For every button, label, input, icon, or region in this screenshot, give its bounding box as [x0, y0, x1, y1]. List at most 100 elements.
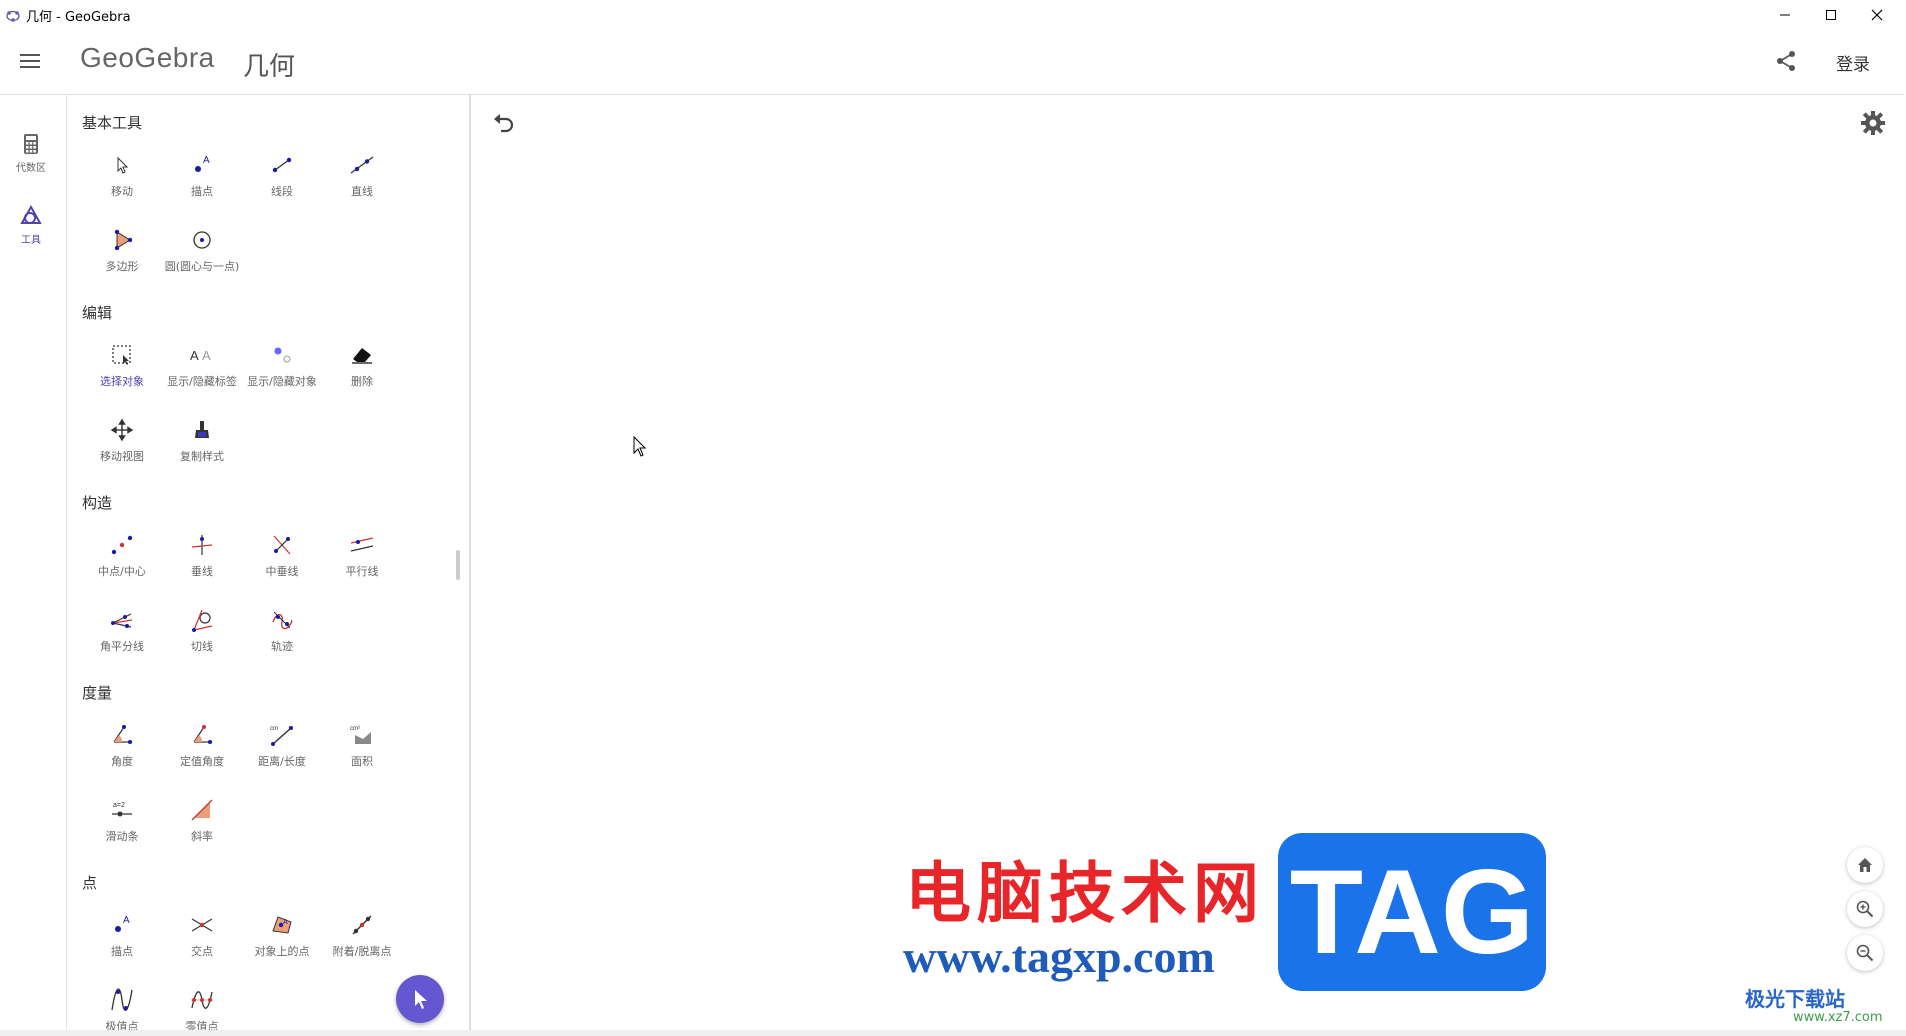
calculator-icon — [24, 134, 38, 154]
standard-view-button[interactable] — [1847, 847, 1883, 883]
window-title: 几何 - GeoGebra — [26, 9, 131, 25]
zoom-in-button[interactable] — [1847, 891, 1883, 927]
distance-icon: cm — [270, 726, 293, 746]
close-icon — [1871, 9, 1883, 21]
brush-icon — [195, 421, 209, 438]
select-objects-icon — [112, 345, 131, 365]
point-on-object-icon: A — [272, 916, 292, 934]
undo-icon[interactable] — [492, 112, 518, 134]
geogebra-logo: GeoGebra — [80, 42, 215, 73]
tool-distance-length[interactable]: cm 距离/长度 — [242, 723, 322, 769]
tools-panel-scrollbar[interactable] — [456, 550, 460, 580]
parallel-line-icon — [350, 537, 374, 552]
window-titlebar: 几何 - GeoGebra — [0, 0, 1906, 30]
tool-move-graphics-view[interactable]: 移动视图 — [82, 418, 162, 464]
mouse-cursor-icon — [633, 435, 649, 458]
tool-attach-detach-point[interactable]: 附着/脱离点 — [322, 913, 402, 959]
circle-icon — [193, 231, 211, 249]
slope-icon — [191, 799, 213, 821]
tool-circle-center-point[interactable]: 圆(圆心与一点) — [162, 228, 242, 274]
pointer-icon — [415, 990, 427, 1009]
corner-watermark: 极光下载站 — [1745, 987, 1845, 1011]
tool-angle-given-size[interactable]: 定值角度 — [162, 723, 242, 769]
login-button[interactable]: 登录 — [1836, 50, 1870, 75]
attach-detach-point-icon — [352, 915, 372, 935]
tool-point-2[interactable]: A 描点 — [82, 913, 162, 959]
tool-parallel-line[interactable]: 平行线 — [322, 533, 402, 579]
tool-area[interactable]: cm² 面积 — [322, 723, 402, 769]
tool-segment[interactable]: 线段 — [242, 153, 322, 199]
intersect-icon — [191, 918, 213, 932]
tool-move[interactable]: 移动 — [82, 153, 162, 199]
zoom-out-button[interactable] — [1847, 935, 1883, 971]
svg-text:cm²: cm² — [350, 726, 360, 732]
svg-text:A: A — [202, 348, 211, 363]
slider-icon: a=2 — [112, 802, 132, 817]
tool-point[interactable]: A 描点 — [162, 153, 242, 199]
svg-text:A: A — [190, 348, 199, 363]
tool-select-objects[interactable]: 选择对象 — [82, 343, 162, 389]
move-arrow-icon — [117, 156, 129, 174]
move-view-icon — [110, 418, 134, 442]
tool-line[interactable]: 直线 — [322, 153, 402, 199]
tool-polygon[interactable]: 多边形 — [82, 228, 162, 274]
tool-extremum[interactable]: 极值点 — [82, 988, 162, 1030]
watermark-url: www.tagxp.com — [903, 931, 1215, 982]
minimize-button[interactable] — [1762, 0, 1808, 30]
tool-locus[interactable]: 轨迹 — [242, 608, 322, 654]
svg-text:A: A — [283, 919, 288, 926]
section-title-points: 点 — [82, 874, 98, 892]
locus-icon — [272, 611, 293, 630]
maximize-icon — [1826, 10, 1836, 20]
tool-perpendicular-bisector[interactable]: 中垂线 — [242, 533, 322, 579]
rail-item-label: 工具 — [21, 235, 41, 246]
tool-point-on-object[interactable]: A 对象上的点 — [242, 913, 322, 959]
close-window-button[interactable] — [1854, 0, 1900, 30]
section-title-measure: 度量 — [82, 684, 113, 702]
area-icon: cm² — [350, 726, 371, 744]
tool-tangents[interactable]: 切线 — [162, 608, 242, 654]
point-icon: A — [115, 915, 130, 932]
section-title-basic: 基本工具 — [82, 114, 143, 132]
gear-icon[interactable] — [1860, 110, 1886, 136]
watermark-tag-logo: TAG — [1278, 833, 1546, 991]
tool-show-hide-label[interactable]: AA 显示/隐藏标签 — [162, 343, 242, 389]
rail-item-algebra[interactable]: 代数区 — [0, 133, 62, 174]
tool-midpoint[interactable]: 中点/中心 — [82, 533, 162, 579]
rail-item-tools[interactable]: 工具 — [0, 205, 62, 246]
angle-bisector-icon — [111, 613, 133, 628]
tool-slider[interactable]: a=2 滑动条 — [82, 798, 162, 844]
tool-angle[interactable]: 角度 — [82, 723, 162, 769]
angle-given-size-icon — [193, 725, 212, 744]
tool-angle-bisector[interactable]: 角平分线 — [82, 608, 162, 654]
tools-icon — [20, 205, 42, 224]
rail-item-label: 代数区 — [16, 163, 46, 174]
tool-slope[interactable]: 斜率 — [162, 798, 242, 844]
share-icon[interactable] — [1775, 50, 1797, 72]
perpendicular-bisector-icon — [273, 535, 291, 555]
tool-roots[interactable]: 零值点 — [162, 988, 242, 1030]
point-icon: A — [195, 155, 210, 172]
svg-text:cm: cm — [270, 726, 278, 732]
roots-icon — [191, 991, 213, 1009]
tool-show-hide-object[interactable]: 显示/隐藏对象 — [242, 343, 322, 389]
maximize-button[interactable] — [1808, 0, 1854, 30]
tool-toggle-button[interactable] — [396, 975, 444, 1023]
menu-icon[interactable] — [20, 52, 42, 70]
corner-watermark-url: www.xz7.com — [1793, 1010, 1883, 1025]
view-rail: 代数区 工具 — [0, 95, 67, 1036]
midpoint-icon — [111, 535, 133, 555]
window-bottom-edge — [0, 1030, 1906, 1036]
angle-icon — [113, 725, 132, 744]
label-icon: AA — [190, 348, 211, 363]
tool-delete[interactable]: 删除 — [322, 343, 402, 389]
tool-perpendicular-line[interactable]: 垂线 — [162, 533, 242, 579]
tangent-icon — [192, 609, 213, 632]
zoom-out-icon — [1856, 944, 1874, 962]
tool-copy-style[interactable]: 复制样式 — [162, 418, 242, 464]
zoom-in-icon — [1856, 900, 1874, 918]
eraser-icon — [352, 348, 372, 364]
extremum-icon — [111, 988, 133, 1011]
tool-intersect[interactable]: 交点 — [162, 913, 242, 959]
show-hide-object-icon — [274, 347, 291, 363]
